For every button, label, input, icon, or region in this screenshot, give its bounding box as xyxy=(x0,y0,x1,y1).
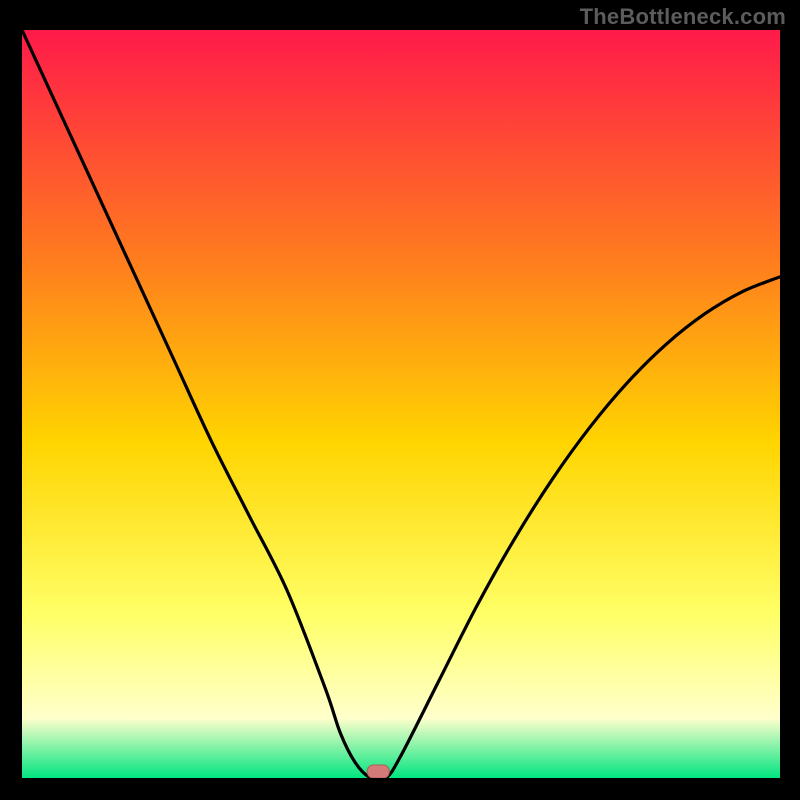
gradient-background xyxy=(22,30,780,778)
watermark-text: TheBottleneck.com xyxy=(580,4,786,30)
plot-area xyxy=(22,30,780,778)
chart-svg xyxy=(22,30,780,778)
optimum-marker xyxy=(367,765,389,778)
chart-frame: TheBottleneck.com xyxy=(0,0,800,800)
